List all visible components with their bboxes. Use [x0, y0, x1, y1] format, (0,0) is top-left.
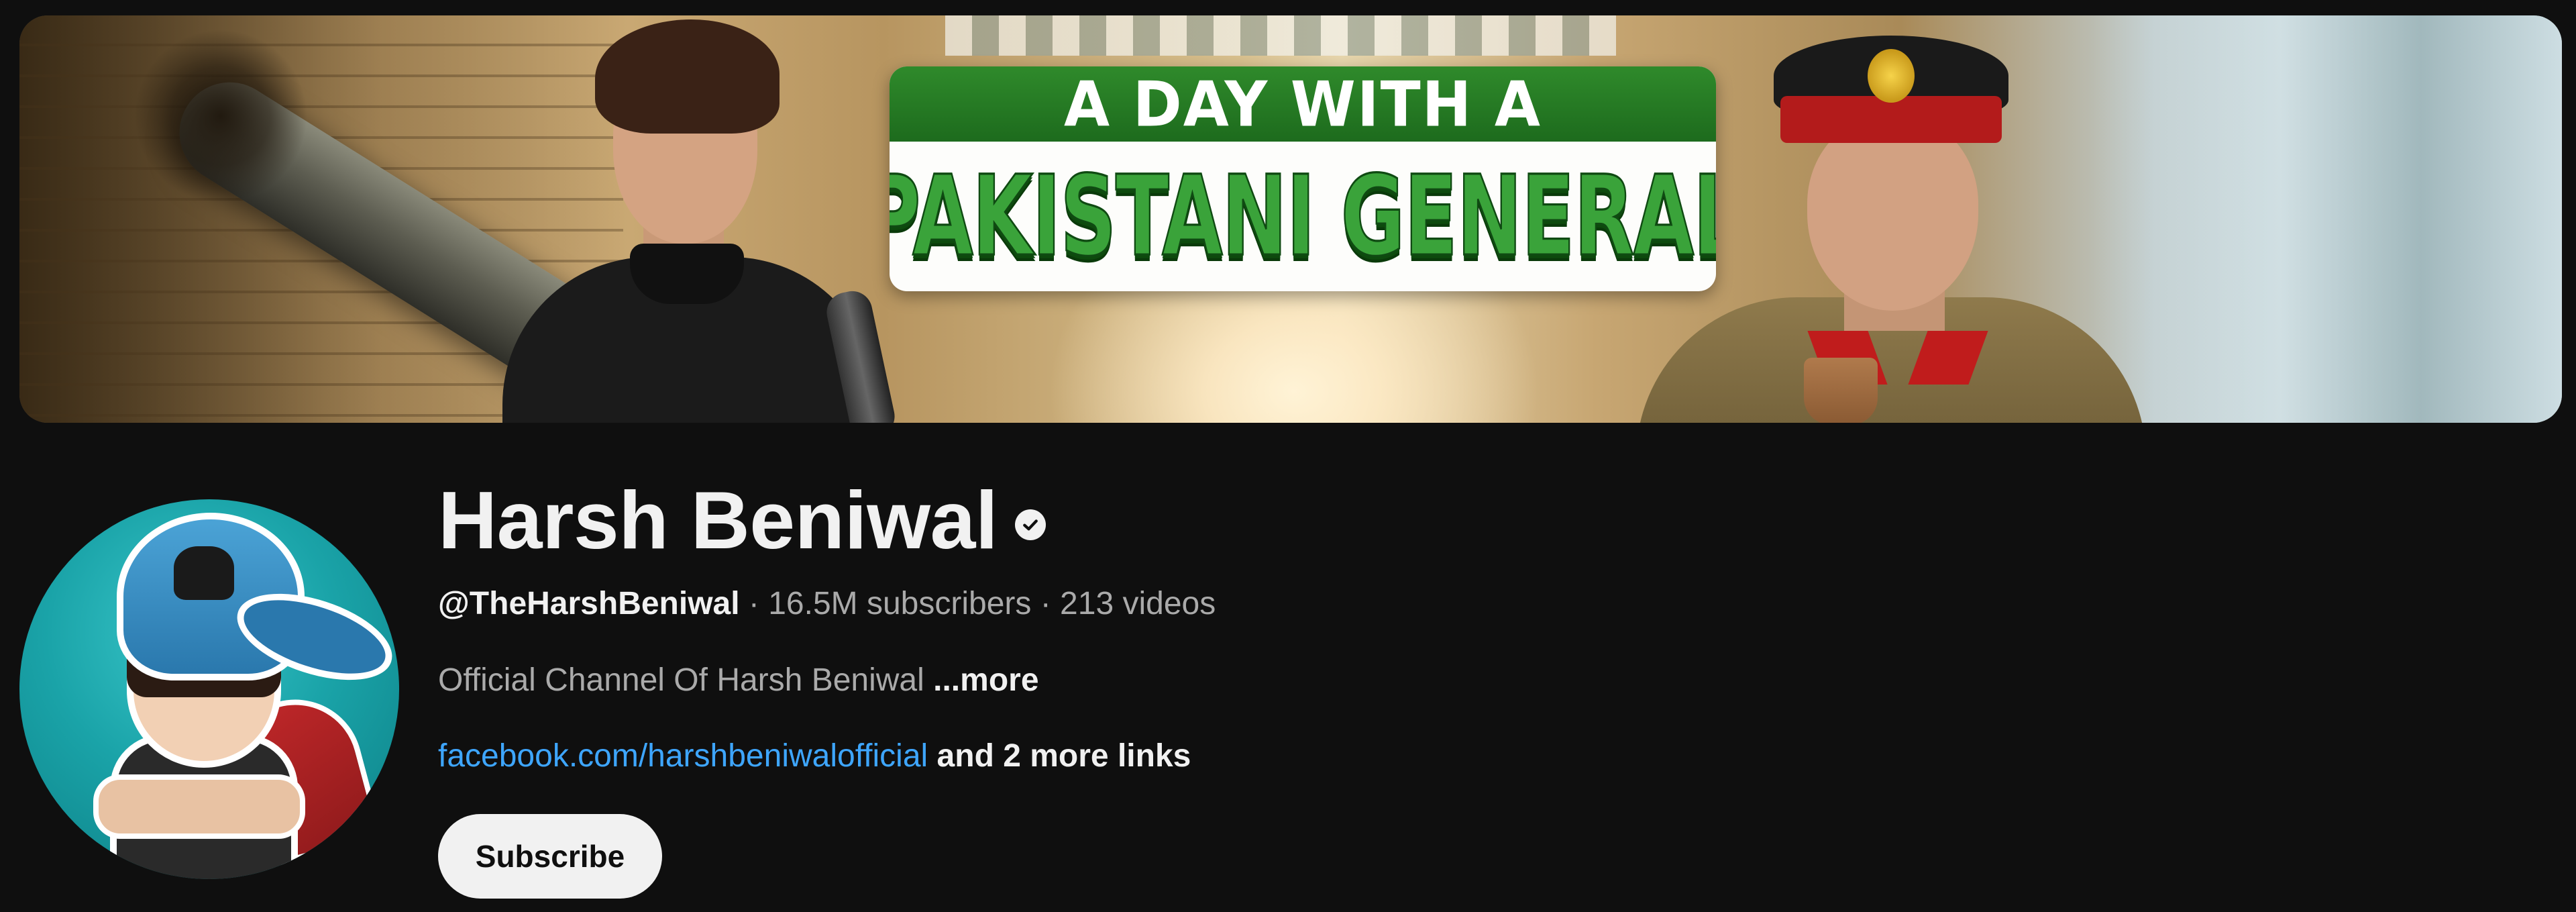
description-more-link[interactable]: ...more: [933, 662, 1038, 698]
banner-smoke: [133, 29, 308, 203]
banner-person-left: [482, 15, 899, 423]
description-text: Official Channel Of Harsh Beniwal: [438, 662, 924, 698]
subscribe-button[interactable]: Subscribe: [438, 814, 662, 899]
channel-meta: @TheHarshBeniwal · 16.5M subscribers · 2…: [438, 585, 1216, 622]
channel-name-row: Harsh Beniwal: [438, 470, 1046, 570]
banner-wall-right: [2092, 15, 2562, 423]
banner-title-line2: PAKISTANI GENERAL: [890, 151, 1716, 282]
more-links-button[interactable]: and 2 more links: [937, 738, 1191, 774]
banner-awning: [945, 15, 1616, 56]
banner-title-line1: A DAY WITH A: [1063, 67, 1542, 141]
video-count: 213 videos: [1060, 586, 1216, 621]
channel-links: facebook.com/harshbeniwalofficial and 2 …: [438, 738, 1191, 774]
channel-page: A DAY WITH A PAKISTANI GENERAL Harsh Ben…: [0, 0, 2576, 912]
meta-separator: ·: [1031, 586, 1061, 621]
channel-avatar[interactable]: [19, 499, 399, 879]
channel-description[interactable]: Official Channel Of Harsh Beniwal ...mor…: [438, 662, 1039, 699]
facebook-link[interactable]: facebook.com/harshbeniwalofficial: [438, 738, 928, 774]
banner-person-right: [1636, 15, 2146, 423]
cap-badge-icon: [1868, 49, 1915, 103]
banner-title-card: A DAY WITH A PAKISTANI GENERAL: [890, 66, 1716, 291]
verified-checkmark-icon[interactable]: [1015, 509, 1046, 540]
channel-name: Harsh Beniwal: [438, 474, 998, 566]
meta-separator: ·: [739, 586, 769, 621]
subscriber-count: 16.5M subscribers: [768, 586, 1032, 621]
channel-handle: @TheHarshBeniwal: [438, 586, 740, 621]
channel-banner: A DAY WITH A PAKISTANI GENERAL: [19, 15, 2562, 423]
tea-cup: [1804, 358, 1878, 423]
